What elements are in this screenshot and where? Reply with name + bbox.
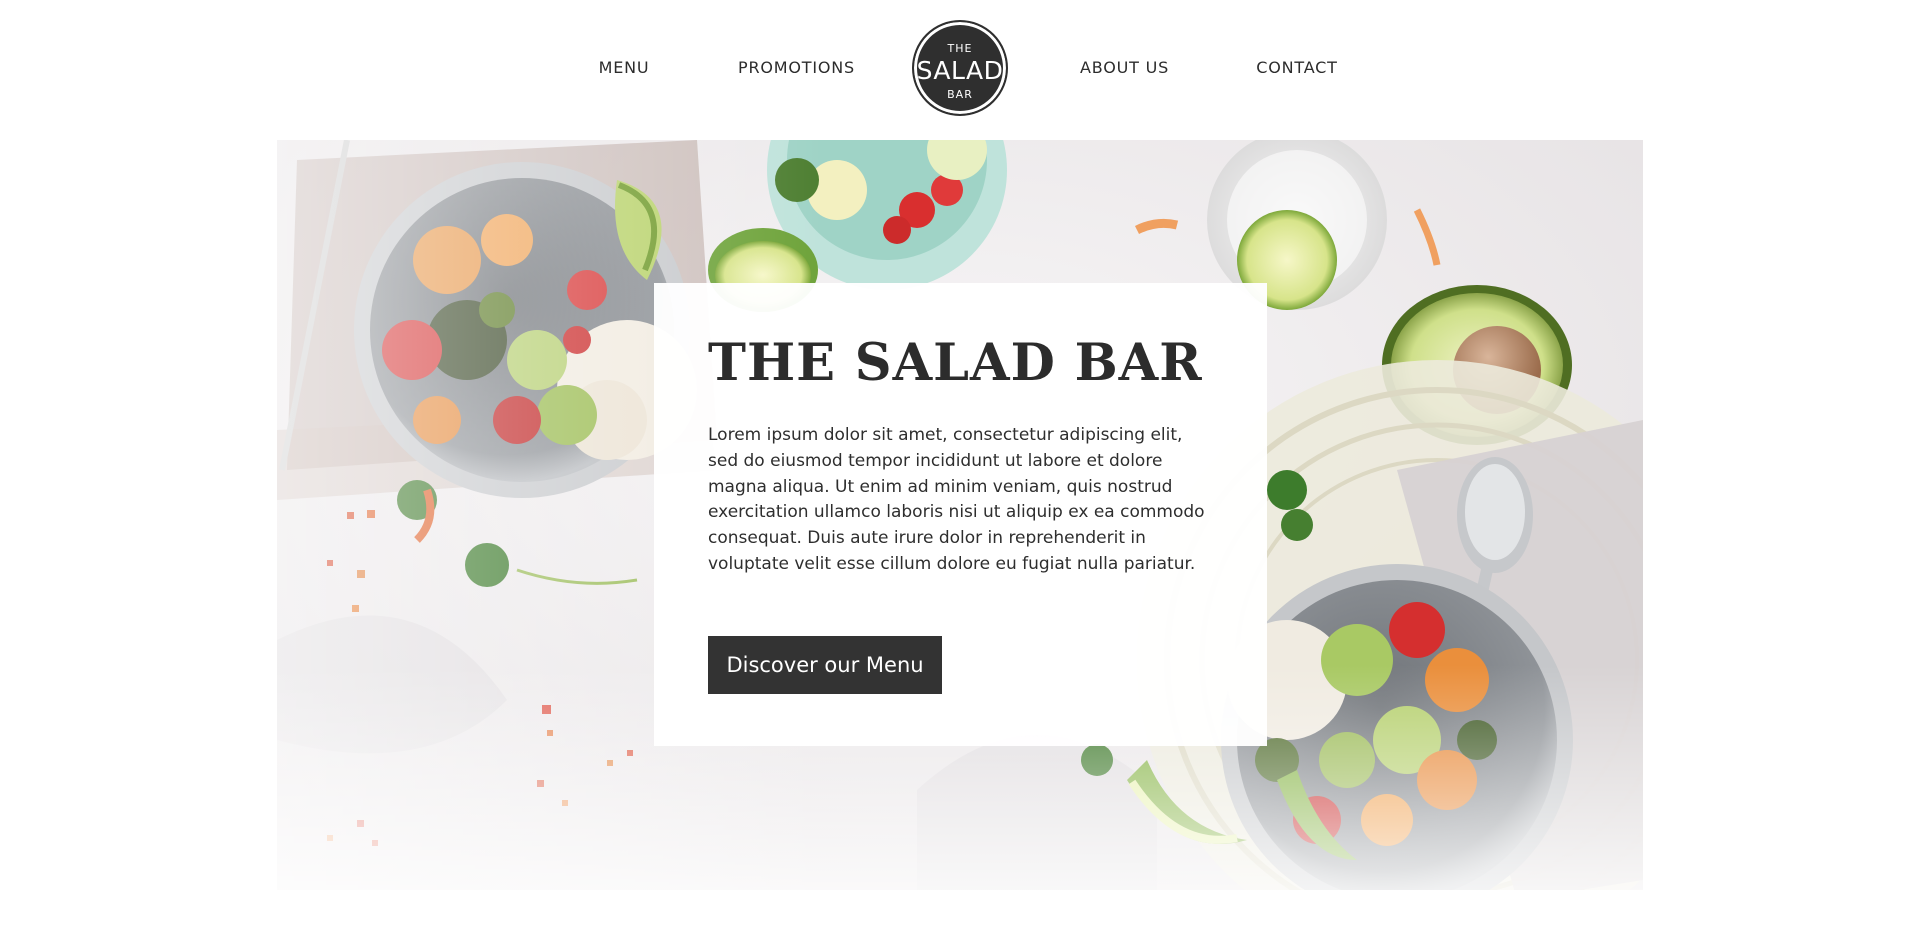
main-nav: MENU PROMOTIONS THE SALAD BAR ABOUT US C… (0, 0, 1920, 140)
nav-link-menu[interactable]: MENU (596, 58, 652, 78)
logo-top-text: THE (947, 42, 973, 55)
logo-bottom-text: BAR (947, 88, 973, 101)
logo[interactable]: THE SALAD BAR (912, 20, 1008, 116)
logo-main-text: SALAD (916, 56, 1004, 85)
nav-link-promotions[interactable]: PROMOTIONS (738, 58, 854, 78)
nav-link-about-us[interactable]: ABOUT US (1080, 58, 1168, 78)
nav-link-contact[interactable]: CONTACT (1256, 58, 1338, 78)
page: MENU PROMOTIONS THE SALAD BAR ABOUT US C… (0, 0, 1920, 937)
hero-card: THE SALAD BAR Lorem ipsum dolor sit amet… (654, 283, 1267, 746)
hero-title: THE SALAD BAR (708, 333, 1203, 393)
hero-description: Lorem ipsum dolor sit amet, consectetur … (708, 425, 1205, 574)
discover-menu-button[interactable]: Discover our Menu (708, 636, 942, 694)
